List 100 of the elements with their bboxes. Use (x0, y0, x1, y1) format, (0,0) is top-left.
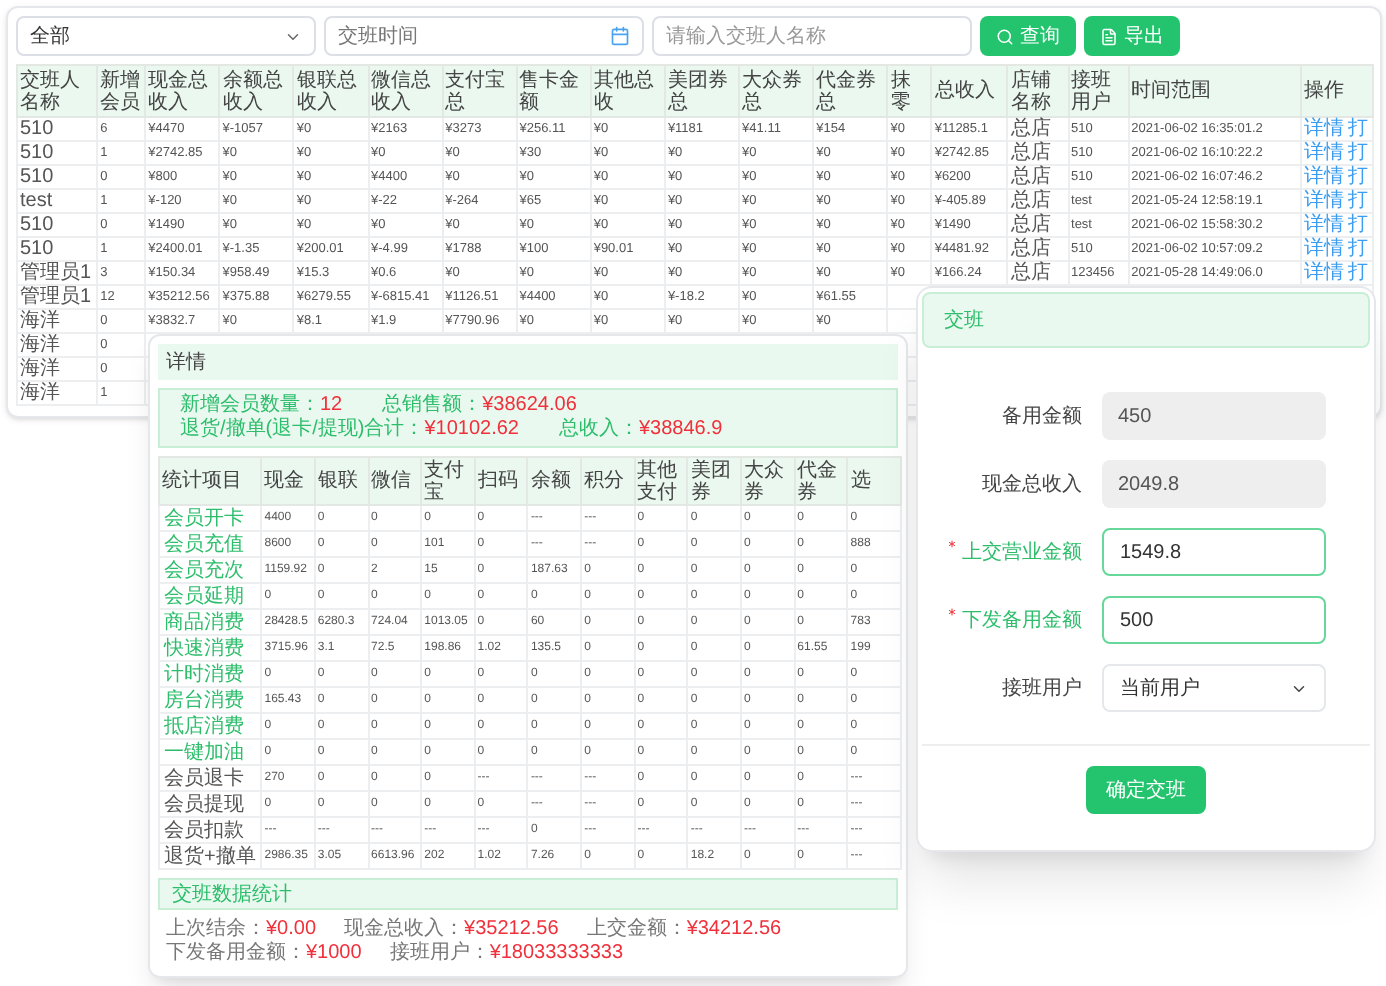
dialog-title: 交班 (922, 292, 1370, 348)
field-label: 接班用户 (1002, 675, 1082, 703)
table-cell: 510 (20, 166, 54, 188)
table-cell: 海洋 (20, 334, 60, 356)
scope-select[interactable]: 全部 (16, 16, 316, 56)
stat-value: ¥34212.56 (686, 918, 782, 942)
table-cell: 总店 (1010, 262, 1051, 284)
search-field[interactable]: 请输入交班人名称 (652, 16, 972, 56)
table-link[interactable]: 详情 (1303, 238, 1344, 260)
table-link[interactable]: 打 (1347, 238, 1368, 260)
table-link[interactable]: 打 (1347, 214, 1368, 236)
summary-label: 新增会员数量： (180, 394, 320, 417)
column-header: 代金券总 (813, 65, 888, 117)
table-cell: test (20, 190, 53, 212)
column-header: 售卡金额 (516, 65, 591, 117)
stat-label: 下发备用金额： (166, 942, 306, 966)
column-header: 美团券 (687, 457, 741, 505)
amount-input[interactable]: 500 (1102, 596, 1326, 644)
row-label: 会员退卡 (164, 767, 244, 789)
column-header: 总收入 (931, 65, 1008, 117)
export-button[interactable]: 导出 (1084, 16, 1180, 56)
summary-value: ¥38624.06 (482, 394, 577, 417)
summary-label: 总销售额： (382, 394, 483, 417)
table-cell: 海洋 (20, 382, 60, 404)
stat-value: ¥35212.56 (464, 918, 559, 941)
column-header: 积分 (581, 457, 635, 505)
column-header: 大众券 (741, 457, 795, 505)
row-label: 会员提现 (164, 793, 244, 815)
column-header: 现金总收入 (145, 65, 220, 117)
field-label: 上交营业金额 (946, 537, 1082, 567)
table-cell: 510 (20, 118, 54, 140)
column-header: 扫码 (474, 457, 528, 505)
column-header: 支付宝总 (442, 65, 517, 117)
readonly-field[interactable]: 450 (1102, 392, 1326, 440)
field-label: 下发备用金额 (946, 605, 1082, 635)
stat-label: 接班用户： (389, 942, 490, 966)
stat-value: ¥1000 (306, 942, 362, 966)
column-header: 操作 (1300, 65, 1373, 117)
row-label: 会员延期 (164, 585, 244, 607)
user-select[interactable]: 当前用户 (1102, 664, 1326, 712)
table-link[interactable]: 详情 (1303, 262, 1344, 284)
column-header: 余额总收入 (219, 65, 294, 117)
column-header: 新增会员 (97, 65, 146, 117)
table-link[interactable]: 打 (1347, 118, 1368, 140)
table-cell: 总店 (1010, 118, 1051, 140)
table-link[interactable]: 详情 (1303, 190, 1344, 212)
stat-label: 上交金额： (586, 918, 687, 942)
row-label: 计时消费 (164, 663, 244, 685)
confirm-button[interactable]: 确定交班 (1086, 766, 1206, 814)
stat-label: 现金总收入： (344, 918, 465, 941)
column-header: 店铺名称 (1007, 65, 1069, 117)
table-cell: 海洋 (20, 310, 60, 332)
row-label: 会员扣款 (164, 819, 244, 841)
amount-input[interactable]: 1549.8 (1102, 528, 1326, 576)
table-cell: 管理员1 (20, 262, 92, 284)
row-label: 房台消费 (164, 689, 244, 711)
table-cell: 总店 (1010, 142, 1051, 164)
table-link[interactable]: 打 (1347, 190, 1368, 212)
row-label: 退货+撤单 (164, 845, 256, 867)
column-header: 微信总收入 (368, 65, 443, 117)
row-label: 商品消费 (164, 611, 244, 633)
row-label: 一键加油 (164, 741, 244, 763)
summary-value: ¥38846.9 (639, 418, 723, 442)
row-label: 会员充值 (164, 533, 244, 555)
date-input[interactable]: 交班时间 (338, 21, 578, 51)
column-header: 现金 (261, 457, 315, 505)
required-icon (946, 605, 958, 617)
summary-label: 总收入： (559, 418, 639, 442)
column-header: 微信 (368, 457, 422, 505)
table-link[interactable]: 详情 (1303, 118, 1344, 140)
column-header: 银联 (314, 457, 369, 505)
table-link[interactable]: 详情 (1303, 142, 1344, 164)
stat-label: 上次结余： (166, 918, 266, 942)
table-cell: 总店 (1010, 166, 1051, 188)
calendar-icon (610, 26, 630, 46)
column-header: 接班用户 (1068, 65, 1129, 117)
column-header: 抹零 (887, 65, 932, 117)
column-header: 银联总收入 (293, 65, 368, 117)
search-button[interactable]: 查询 (980, 16, 1076, 56)
column-header: 时间范围 (1128, 65, 1301, 117)
summary-value: 12 (320, 394, 343, 418)
stat-value: ¥18033333333 (489, 942, 624, 966)
summary-label: 退货/撤单(退卡/提现)合计： (180, 418, 425, 442)
table-cell: 总店 (1010, 190, 1051, 212)
readonly-field[interactable]: 2049.8 (1102, 460, 1326, 508)
table-link[interactable]: 详情 (1303, 214, 1344, 236)
row-label: 会员充次 (164, 559, 244, 581)
table-link[interactable]: 打 (1347, 142, 1368, 164)
table-link[interactable]: 打 (1347, 262, 1368, 284)
column-header: 其他支付 (634, 457, 688, 505)
date-field[interactable]: 交班时间 (324, 16, 644, 56)
table-link[interactable]: 打 (1347, 166, 1368, 188)
table-link[interactable]: 详情 (1303, 166, 1344, 188)
detail-title: 详情 (158, 344, 898, 380)
row-label: 快速消费 (164, 637, 244, 659)
table-cell: 海洋 (20, 358, 60, 380)
stat-value: ¥0.00 (266, 918, 317, 941)
summary-value: ¥10102.62 (424, 418, 519, 442)
column-header: 美团券总 (664, 65, 740, 117)
search-icon (996, 27, 1014, 45)
